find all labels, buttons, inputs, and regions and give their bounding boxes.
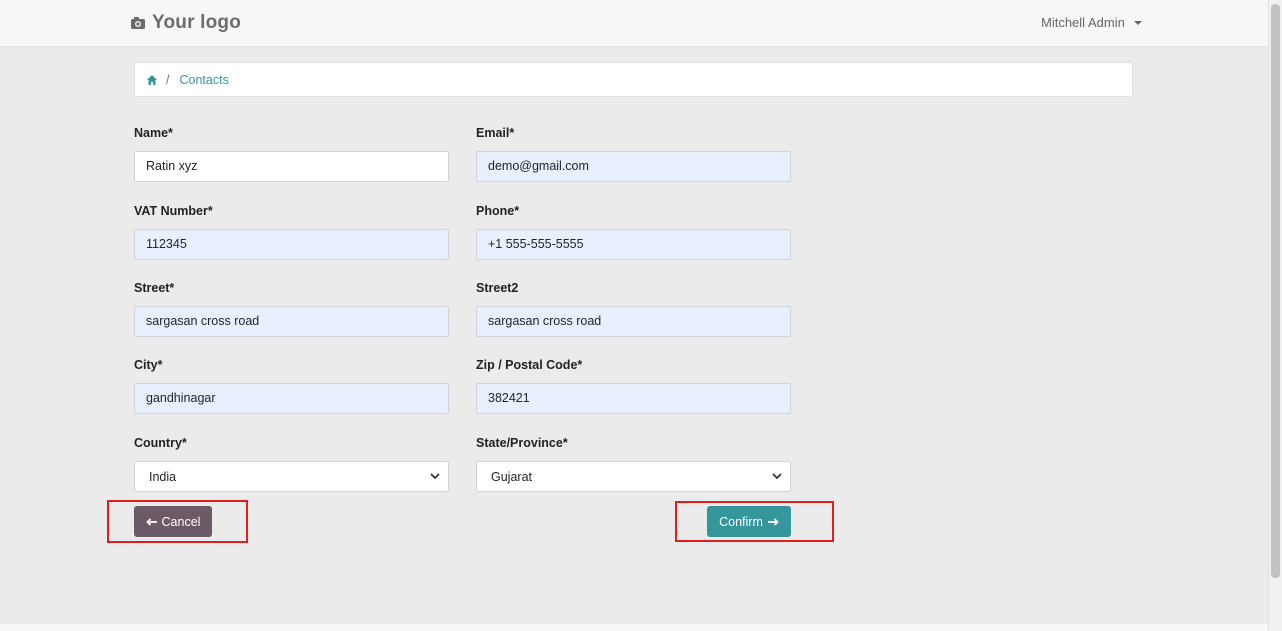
state-selected-value: Gujarat (491, 469, 532, 484)
vat-field-group: VAT Number* 112345 (134, 204, 449, 260)
scrollbar-thumb[interactable] (1271, 4, 1280, 578)
arrow-left-icon (145, 517, 157, 526)
phone-field-group: Phone* +1 555-555-5555 (476, 204, 791, 260)
email-input[interactable]: demo@gmail.com (476, 151, 791, 182)
email-field-group: Email* demo@gmail.com (476, 126, 791, 182)
site-logo[interactable]: Your logo (130, 12, 241, 34)
zip-label: Zip / Postal Code* (476, 358, 583, 372)
state-select[interactable]: Gujarat (476, 461, 791, 492)
vat-label: VAT Number* (134, 204, 213, 218)
street-label: Street* (134, 281, 175, 295)
email-label: Email* (476, 126, 515, 140)
phone-label: Phone* (476, 204, 520, 218)
street2-input[interactable]: sargasan cross road (476, 306, 791, 337)
street2-label: Street2 (476, 281, 519, 295)
confirm-button[interactable]: Confirm (707, 506, 791, 537)
country-selected-value: India (149, 469, 177, 484)
vertical-scrollbar[interactable] (1268, 0, 1282, 631)
zip-field-group: Zip / Postal Code* 382421 (476, 358, 791, 414)
chevron-down-icon (772, 473, 782, 480)
street-field-group: Street* sargasan cross road (134, 281, 449, 337)
state-label: State/Province* (476, 436, 568, 450)
state-field-group: State/Province* Gujarat (476, 436, 791, 492)
city-label: City* (134, 358, 163, 372)
country-field-group: Country* India (134, 436, 449, 492)
breadcrumb: / Contacts (134, 62, 1133, 97)
phone-input[interactable]: +1 555-555-5555 (476, 229, 791, 260)
top-navbar: Your logo Mitchell Admin (0, 0, 1268, 47)
breadcrumb-contacts[interactable]: Contacts (179, 73, 228, 87)
city-field-group: City* gandhinagar (134, 358, 449, 414)
caret-down-icon (1133, 20, 1142, 25)
city-input[interactable]: gandhinagar (134, 383, 449, 414)
country-label: Country* (134, 436, 187, 450)
logo-text: Your logo (152, 12, 242, 33)
cancel-label: Cancel (161, 514, 201, 529)
home-icon[interactable] (146, 74, 158, 86)
street-input[interactable]: sargasan cross road (134, 306, 449, 337)
camera-icon (131, 17, 145, 29)
arrow-right-icon (767, 517, 779, 526)
name-field-group: Name* Ratin xyz (134, 126, 449, 182)
confirm-label: Confirm (719, 514, 763, 529)
street2-field-group: Street2 sargasan cross road (476, 281, 791, 337)
breadcrumb-separator: / (166, 72, 170, 87)
name-label: Name* (134, 126, 173, 140)
name-input[interactable]: Ratin xyz (134, 151, 449, 182)
cancel-button[interactable]: Cancel (134, 506, 212, 537)
country-select[interactable]: India (134, 461, 449, 492)
chevron-down-icon (430, 473, 440, 480)
vat-input[interactable]: 112345 (134, 229, 449, 260)
zip-input[interactable]: 382421 (476, 383, 791, 414)
footer-strip (0, 624, 1268, 631)
user-menu-dropdown[interactable]: Mitchell Admin (1041, 15, 1142, 30)
user-name: Mitchell Admin (1041, 15, 1125, 30)
